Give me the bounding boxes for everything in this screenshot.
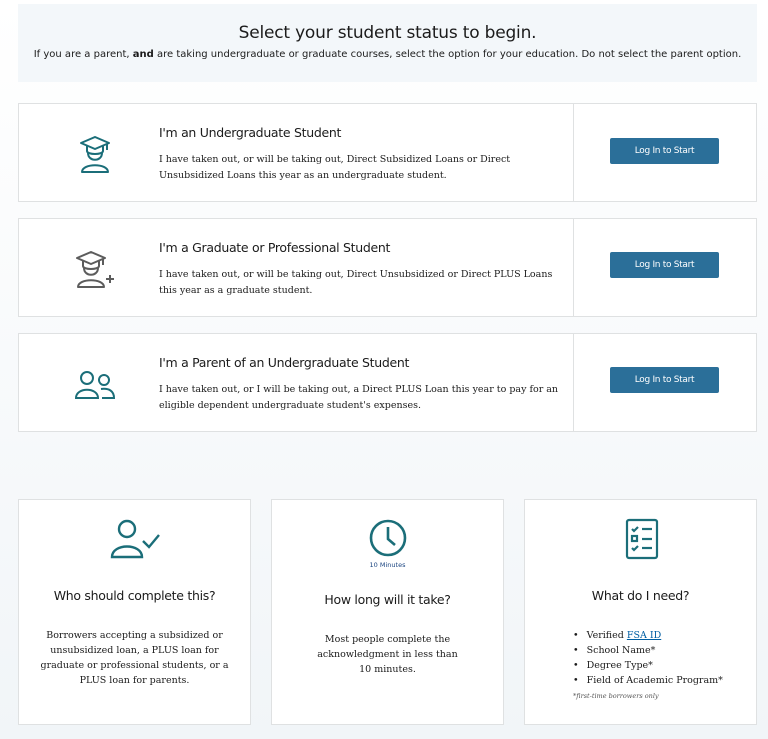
parent-note-start: If you are a parent, bbox=[33, 49, 130, 60]
undergraduate-option-card: I'm an Undergraduate Student I have take… bbox=[18, 103, 757, 202]
card-divider bbox=[573, 104, 574, 201]
list-item: Field of Academic Program* bbox=[573, 673, 723, 688]
page-title: Select your student status to begin. bbox=[238, 23, 537, 43]
who-should-complete-card: Who should complete this? Borrowers acce… bbox=[18, 499, 251, 725]
what-do-i-need-title: What do I need? bbox=[591, 588, 690, 603]
card-divider bbox=[573, 219, 574, 316]
user-check-icon bbox=[110, 519, 160, 559]
undergraduate-student-icon bbox=[80, 136, 110, 173]
graduate-login-button[interactable]: Log In to Start bbox=[610, 252, 719, 278]
degree-type-item: Degree Type* bbox=[586, 660, 653, 671]
parent-description: I have taken out, or I will be taking ou… bbox=[159, 384, 559, 411]
fsa-id-link[interactable]: FSA ID bbox=[627, 630, 661, 641]
what-do-i-need-card: What do I need? Verified FSA ID School N… bbox=[524, 499, 757, 725]
duration-label: 10 Minutes bbox=[369, 561, 406, 569]
fsa-id-prefix: Verified bbox=[586, 630, 624, 641]
how-long-title: How long will it take? bbox=[324, 592, 451, 607]
undergraduate-title: I'm an Undergraduate Student bbox=[159, 125, 342, 140]
status-header: Select your student status to begin. If … bbox=[18, 4, 757, 82]
parent-note-end: are taking undergraduate or graduate cou… bbox=[156, 49, 742, 60]
parent-note: If you are a parent, and are taking unde… bbox=[18, 49, 757, 60]
list-item: Verified FSA ID bbox=[573, 628, 723, 643]
first-time-footnote: *first-time borrowers only bbox=[573, 692, 659, 700]
checklist-icon bbox=[625, 518, 659, 560]
list-item: School Name* bbox=[573, 643, 723, 658]
undergraduate-login-button[interactable]: Log In to Start bbox=[610, 138, 719, 164]
parent-login-button[interactable]: Log In to Start bbox=[610, 367, 719, 393]
graduate-title: I'm a Graduate or Professional Student bbox=[159, 240, 391, 255]
graduate-student-icon bbox=[76, 251, 114, 288]
clock-icon bbox=[369, 519, 407, 557]
who-title: Who should complete this? bbox=[53, 588, 216, 603]
how-long-card: 10 Minutes How long will it take? Most p… bbox=[271, 499, 504, 725]
school-name-item: School Name* bbox=[586, 645, 656, 656]
list-item: Degree Type* bbox=[573, 658, 723, 673]
parent-option-card: I'm a Parent of an Undergraduate Student… bbox=[18, 333, 757, 432]
undergraduate-description: I have taken out, or will be taking out,… bbox=[159, 154, 511, 181]
how-long-body: Most people complete the acknowledgment … bbox=[317, 634, 458, 675]
parent-note-bold: and bbox=[132, 49, 154, 60]
graduate-option-card: I'm a Graduate or Professional Student I… bbox=[18, 218, 757, 317]
who-body: Borrowers accepting a subsidized or unsu… bbox=[40, 630, 229, 686]
requirements-list: Verified FSA ID School Name* Degree Type… bbox=[573, 628, 723, 688]
card-divider bbox=[573, 334, 574, 431]
parent-icon bbox=[74, 371, 116, 399]
parent-title: I'm a Parent of an Undergraduate Student bbox=[159, 355, 410, 370]
academic-program-item: Field of Academic Program* bbox=[586, 675, 723, 686]
graduate-description: I have taken out, or will be taking out,… bbox=[159, 269, 553, 296]
